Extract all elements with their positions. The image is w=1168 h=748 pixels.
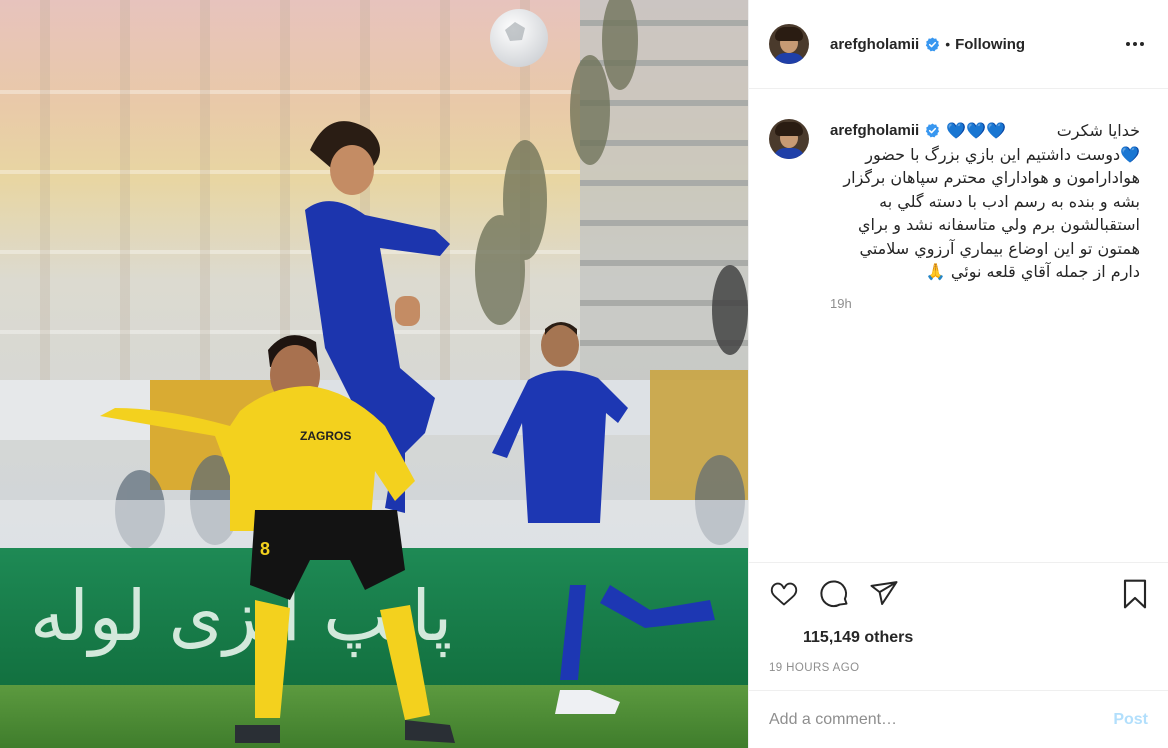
comments-area: arefgholamii 💙💙💙 خدايا شكرت 💙دوست داشتيم… xyxy=(749,89,1168,562)
caption-text: 💙دوست داشتيم اين بازي بزرگ با حضور هوادا… xyxy=(838,144,1140,282)
share-icon xyxy=(870,580,898,605)
action-bar xyxy=(749,562,1168,624)
post-comment-button[interactable]: Post xyxy=(1113,711,1148,729)
heart-icon xyxy=(770,582,798,606)
verified-badge-icon xyxy=(926,36,940,51)
bookmark-icon xyxy=(1123,579,1147,608)
caption-body: arefgholamii 💙💙💙 خدايا شكرت 💙دوست داشتيم… xyxy=(830,119,1140,284)
comment-icon xyxy=(820,580,848,607)
post-timestamp[interactable]: 19 HOURS AGO xyxy=(749,662,1168,690)
following-button[interactable]: Following xyxy=(955,36,1025,53)
avatar[interactable] xyxy=(769,24,809,64)
comment-input[interactable] xyxy=(769,710,1114,729)
caption-time: 19h xyxy=(830,295,852,311)
football-photo-illustration: پایپ ایزی لوله 8 ZAGROS xyxy=(0,0,748,748)
separator-dot: • xyxy=(945,36,951,52)
likes-count[interactable]: 115,149 others xyxy=(749,628,1168,652)
caption-verified-badge-icon xyxy=(926,123,940,138)
header-username[interactable]: arefgholamii xyxy=(830,36,919,53)
caption-username[interactable]: arefgholamii xyxy=(830,122,919,139)
instagram-post: پایپ ایزی لوله 8 ZAGROS arefgholamii • F… xyxy=(0,0,1168,748)
post-side-panel: arefgholamii • Following arefgholamii 💙💙… xyxy=(748,0,1168,748)
post-photo[interactable]: پایپ ایزی لوله 8 ZAGROS xyxy=(0,0,748,748)
caption-avatar[interactable] xyxy=(769,119,809,159)
more-options-icon[interactable] xyxy=(1122,38,1148,50)
save-button[interactable] xyxy=(1118,577,1152,611)
caption-first-line-text: خدايا شكرت xyxy=(1056,121,1140,140)
share-button[interactable] xyxy=(867,577,901,611)
caption-first-line: arefgholamii 💙💙💙 خدايا شكرت xyxy=(830,119,1140,143)
post-header: arefgholamii • Following xyxy=(749,0,1168,89)
comment-button[interactable] xyxy=(817,577,851,611)
like-button[interactable] xyxy=(767,577,801,611)
jersey-number: 8 xyxy=(260,539,270,559)
caption-hearts: 💙💙💙 xyxy=(946,121,1006,140)
caption: arefgholamii 💙💙💙 خدايا شكرت 💙دوست داشتيم… xyxy=(769,119,1148,284)
sponsor-text: ZAGROS xyxy=(300,429,351,443)
add-comment-bar: Post xyxy=(749,690,1168,748)
